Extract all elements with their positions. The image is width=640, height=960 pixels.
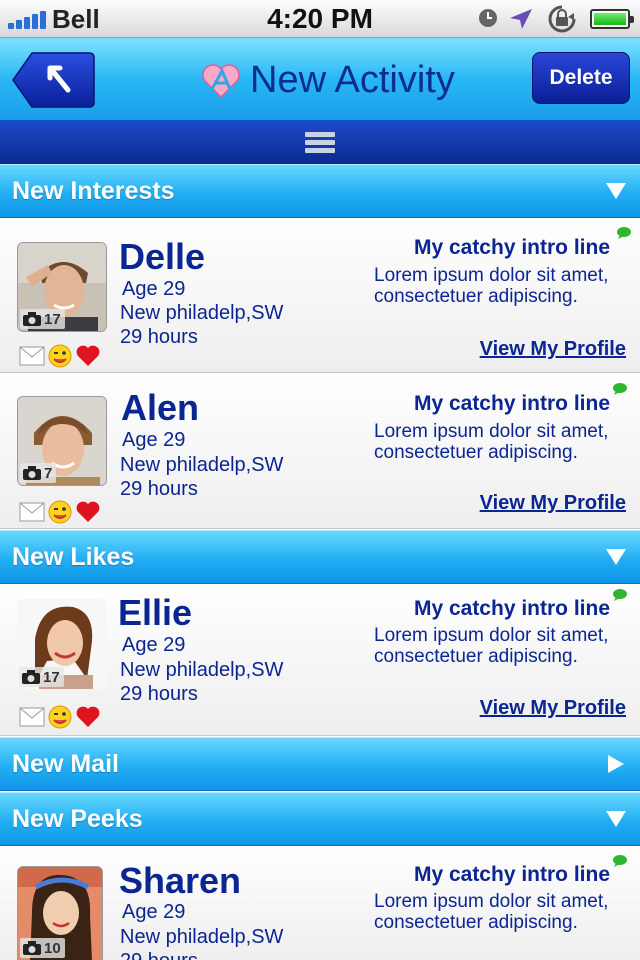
profile-age: Age 29 <box>122 634 186 656</box>
profile-photo[interactable]: 10 <box>17 866 103 960</box>
rotation-lock-icon <box>548 5 576 33</box>
page-title-text: New Activity <box>250 58 455 101</box>
heart-icon[interactable] <box>75 344 101 368</box>
chat-bubble-icon <box>617 227 631 239</box>
chat-bubble-icon <box>613 383 627 395</box>
intro-line: My catchy intro line <box>413 236 610 259</box>
profile-card-ellie: 17 Ellie Age 29 New philadelp,SW 29 hour… <box>0 584 640 736</box>
intro-description: Lorem ipsum dolor sit amet, consectetuer… <box>374 625 609 667</box>
photo-count-value: 17 <box>44 310 61 328</box>
section-header-new-mail[interactable]: New Mail <box>0 737 640 791</box>
chevron-down-icon <box>606 183 626 199</box>
photo-count-value: 7 <box>44 464 53 482</box>
chevron-down-icon <box>606 549 626 565</box>
intro-description: Lorem ipsum dolor sit amet, consectetuer… <box>374 891 609 933</box>
section-header-new-peeks[interactable]: New Peeks <box>0 792 640 846</box>
mail-icon[interactable] <box>19 707 45 727</box>
profile-name[interactable]: Ellie <box>118 592 192 634</box>
mail-icon[interactable] <box>19 346 45 366</box>
navigation-bar: New Activity Delete <box>0 38 640 122</box>
photo-count: 7 <box>20 463 57 483</box>
profile-photo[interactable]: 7 <box>17 396 107 486</box>
section-title: New Peeks <box>12 805 143 833</box>
profile-location: New philadelp,SW <box>120 926 284 948</box>
profile-location: New philadelp,SW <box>120 659 284 681</box>
action-icons <box>19 499 103 525</box>
camera-icon <box>23 466 41 480</box>
delete-button[interactable]: Delete <box>532 52 630 104</box>
battery-icon <box>590 9 634 29</box>
heart-icon[interactable] <box>75 500 101 524</box>
status-bar: Bell 4:20 PM <box>0 0 640 38</box>
photo-count-value: 17 <box>43 668 60 686</box>
chevron-down-icon <box>606 811 626 827</box>
intro-line: My catchy intro line <box>413 392 610 415</box>
profile-photo[interactable]: 17 <box>17 599 107 689</box>
profile-name[interactable]: Sharen <box>119 860 241 902</box>
profile-card-alen: 7 Alen Age 29 New philadelp,SW 29 hours … <box>0 374 640 529</box>
profile-time: 29 hours <box>120 326 198 348</box>
profile-age: Age 29 <box>122 429 186 451</box>
profile-location: New philadelp,SW <box>120 302 284 324</box>
chat-bubble-icon <box>613 589 627 601</box>
intro-description: Lorem ipsum dolor sit amet, consectetuer… <box>374 265 609 307</box>
intro-line: My catchy intro line <box>413 863 610 886</box>
profile-name[interactable]: Delle <box>119 236 205 278</box>
view-profile-link[interactable]: View My Profile <box>480 492 626 515</box>
menu-bar <box>0 122 640 164</box>
profile-age: Age 29 <box>122 278 186 300</box>
profile-card-delle: 17 Delle Age 29 New philadelp,SW 29 hour… <box>0 218 640 373</box>
profile-time: 29 hours <box>120 683 198 705</box>
chat-bubble-icon <box>613 855 627 867</box>
section-header-new-interests[interactable]: New Interests <box>0 164 640 218</box>
profile-time: 29 hours <box>120 478 198 500</box>
chevron-right-icon <box>608 755 624 773</box>
page-title: New Activity <box>200 56 455 104</box>
wink-smiley-icon[interactable] <box>47 499 73 525</box>
wink-smiley-icon[interactable] <box>47 343 73 369</box>
action-icons <box>19 704 103 730</box>
profile-location: New philadelp,SW <box>120 454 284 476</box>
camera-icon <box>23 312 41 326</box>
back-button[interactable] <box>12 52 95 108</box>
menu-icon[interactable] <box>305 132 335 154</box>
section-title: New Interests <box>12 177 175 205</box>
heart-logo-icon <box>202 64 240 99</box>
profile-name[interactable]: Alen <box>121 387 199 429</box>
alarm-clock-icon <box>479 9 497 27</box>
photo-count-value: 10 <box>44 939 61 957</box>
section-title: New Likes <box>12 543 135 571</box>
view-profile-link[interactable]: View My Profile <box>480 697 626 720</box>
action-icons <box>19 343 103 369</box>
location-arrow-icon <box>510 9 532 29</box>
photo-count: 17 <box>19 667 64 687</box>
intro-line: My catchy intro line <box>413 597 610 620</box>
section-header-new-likes[interactable]: New Likes <box>0 530 640 584</box>
profile-age: Age 29 <box>122 901 186 923</box>
intro-description: Lorem ipsum dolor sit amet, consectetuer… <box>374 421 609 463</box>
profile-card-sharen: 10 Sharen Age 29 New philadelp,SW 29 hou… <box>0 846 640 960</box>
profile-photo[interactable]: 17 <box>17 242 107 332</box>
section-title: New Mail <box>12 750 119 778</box>
profile-time: 29 hours <box>120 949 198 960</box>
photo-count: 10 <box>20 938 65 958</box>
camera-icon <box>22 670 40 684</box>
camera-icon <box>23 941 41 955</box>
heart-icon[interactable] <box>75 705 101 729</box>
wink-smiley-icon[interactable] <box>47 704 73 730</box>
mail-icon[interactable] <box>19 502 45 522</box>
view-profile-link[interactable]: View My Profile <box>480 338 626 361</box>
photo-count: 17 <box>20 309 65 329</box>
